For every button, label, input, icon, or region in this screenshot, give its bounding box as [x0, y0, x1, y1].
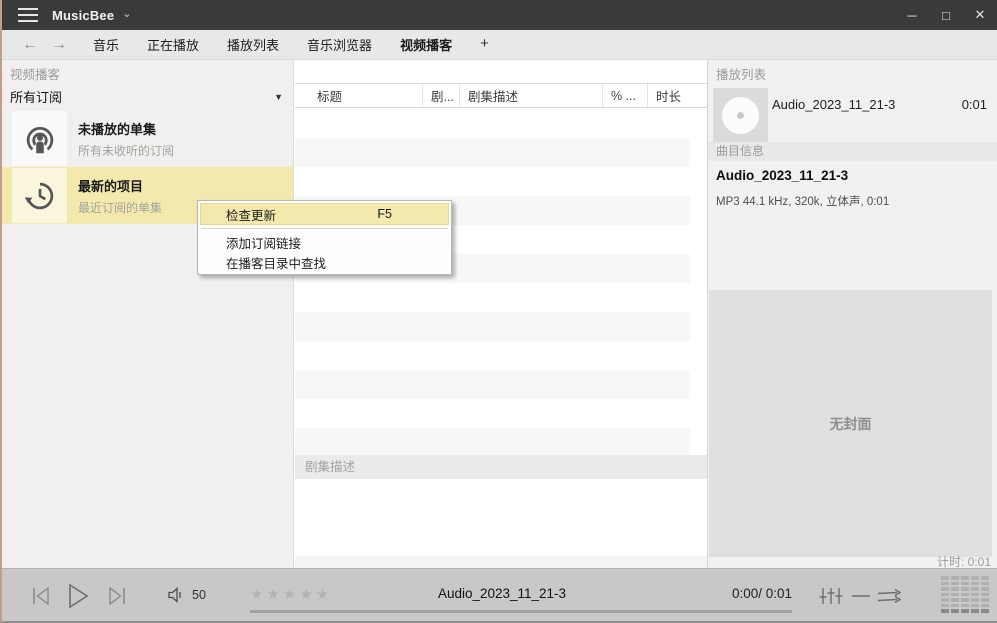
skip-back-icon[interactable] [30, 584, 52, 613]
tab-playlists[interactable]: 播放列表 [227, 35, 279, 54]
subscription-filter-dropdown[interactable]: 所有订阅 ▼ [2, 85, 293, 108]
menu-shortcut: F5 [377, 207, 392, 221]
table-row [295, 370, 690, 399]
context-menu: 检查更新 F5 添加订阅链接 在播客目录中查找 [197, 200, 452, 275]
minus-icon[interactable] [850, 586, 872, 611]
disc-icon [713, 88, 768, 143]
rating-stars[interactable]: ★★★★★ [250, 585, 332, 603]
table-row [295, 341, 690, 370]
shuffle-icon[interactable] [876, 586, 902, 611]
track-title: Audio_2023_11_21-3 [716, 168, 848, 183]
track-info-header: 曲目信息 [708, 142, 997, 161]
app-window: MusicBee ⌄ ─ □ ✕ ← → 音乐 正在播放 播放列表 音乐浏览器 … [0, 0, 997, 623]
table-row [295, 109, 690, 138]
column-header-description[interactable]: 剧集描述 [460, 84, 603, 107]
tab-music[interactable]: 音乐 [93, 35, 119, 54]
sidebar-item-title: 未播放的单集 [78, 119, 174, 138]
sidebar-item-title: 最新的项目 [78, 176, 162, 195]
episode-panel: 标题 剧... 剧集描述 % ... 时长 剧集描述 [295, 60, 707, 570]
navbar: ← → 音乐 正在播放 播放列表 音乐浏览器 视频播客 + ▼ [2, 30, 997, 60]
table-row [295, 138, 690, 167]
column-header-duration[interactable]: 时长 [648, 84, 707, 107]
hamburger-menu-icon[interactable] [18, 8, 38, 22]
menu-item-check-updates[interactable]: 检查更新 F5 [200, 203, 449, 225]
seek-bar[interactable] [250, 610, 792, 613]
table-row [295, 283, 690, 312]
close-icon[interactable]: ✕ [963, 0, 997, 30]
now-playing-title: Audio_2023_11_21-3 [352, 586, 652, 601]
column-header-episode[interactable]: 剧... [423, 84, 460, 107]
sidebar-item-unplayed-episodes[interactable]: 未播放的单集 所有未收听的订阅 [2, 110, 293, 167]
sidebar-header: 视频播客 [2, 60, 293, 83]
menu-item-search-podcast-directory[interactable]: 在播客目录中查找 [200, 252, 449, 272]
podcast-icon [12, 111, 67, 166]
table-row [295, 428, 690, 457]
chevron-down-icon: ▼ [274, 92, 283, 102]
menu-separator [201, 228, 448, 229]
speaker-icon[interactable] [166, 586, 186, 609]
episode-table-header: 标题 剧... 剧集描述 % ... 时长 [295, 83, 707, 108]
chevron-down-icon[interactable]: ⌄ [122, 7, 131, 20]
forward-icon[interactable]: → [51, 37, 67, 53]
no-cover-label: 无封面 [830, 414, 872, 434]
tab-now-playing[interactable]: 正在播放 [147, 35, 199, 54]
table-row [295, 399, 690, 428]
table-row [295, 167, 690, 196]
playback-time: 0:00/ 0:01 [692, 586, 792, 601]
back-icon[interactable]: ← [22, 37, 38, 53]
column-header-title[interactable]: 标题 [295, 84, 423, 107]
table-row [295, 312, 690, 341]
titlebar: MusicBee ⌄ ─ □ ✕ [2, 0, 997, 30]
podcast-sidebar: 视频播客 所有订阅 ▼ 未播放的单集 所有未收听的订阅 [2, 60, 294, 570]
album-art-placeholder: 无封面 [709, 290, 992, 557]
menu-item-add-subscription-link[interactable]: 添加订阅链接 [200, 232, 449, 252]
equalizer-sliders-icon[interactable] [818, 586, 844, 611]
maximize-icon[interactable]: □ [929, 0, 963, 30]
skip-forward-icon[interactable] [106, 584, 128, 613]
content: 视频播客 所有订阅 ▼ 未播放的单集 所有未收听的订阅 [2, 60, 997, 570]
playlist-header: 播放列表 [708, 60, 997, 83]
subscription-filter-value: 所有订阅 [10, 87, 62, 106]
clock-history-icon [12, 168, 67, 223]
add-tab-button[interactable]: + [480, 35, 489, 54]
now-playing-panel: 播放列表 Audio_2023_11_21-3 0:01 曲目信息 Audio_… [707, 60, 997, 570]
playlist-item-duration: 0:01 [962, 97, 987, 112]
minimize-icon[interactable]: ─ [895, 0, 929, 30]
track-details: MP3 44.1 kHz, 320k, 立体声, 0:01 [716, 193, 889, 209]
play-icon[interactable] [64, 581, 92, 616]
tab-music-explorer[interactable]: 音乐浏览器 [307, 35, 372, 54]
tab-video-podcasts[interactable]: 视频播客 [400, 35, 452, 54]
player-bar: 50 ★★★★★ Audio_2023_11_21-3 0:00/ 0:01 [2, 568, 997, 621]
playlist-item[interactable]: Audio_2023_11_21-3 0:01 [708, 85, 997, 147]
volume-level: 50 [192, 588, 206, 602]
sidebar-item-subtitle: 最近订阅的单集 [78, 199, 162, 216]
sidebar-item-subtitle: 所有未收听的订阅 [78, 142, 174, 159]
playlist-item-title: Audio_2023_11_21-3 [772, 97, 895, 112]
episode-table-body [295, 109, 690, 457]
column-header-percent[interactable]: % ... [603, 84, 648, 107]
episode-description-header: 剧集描述 [295, 455, 707, 479]
spectrum-visualizer[interactable] [941, 576, 989, 613]
app-title[interactable]: MusicBee [52, 8, 114, 23]
